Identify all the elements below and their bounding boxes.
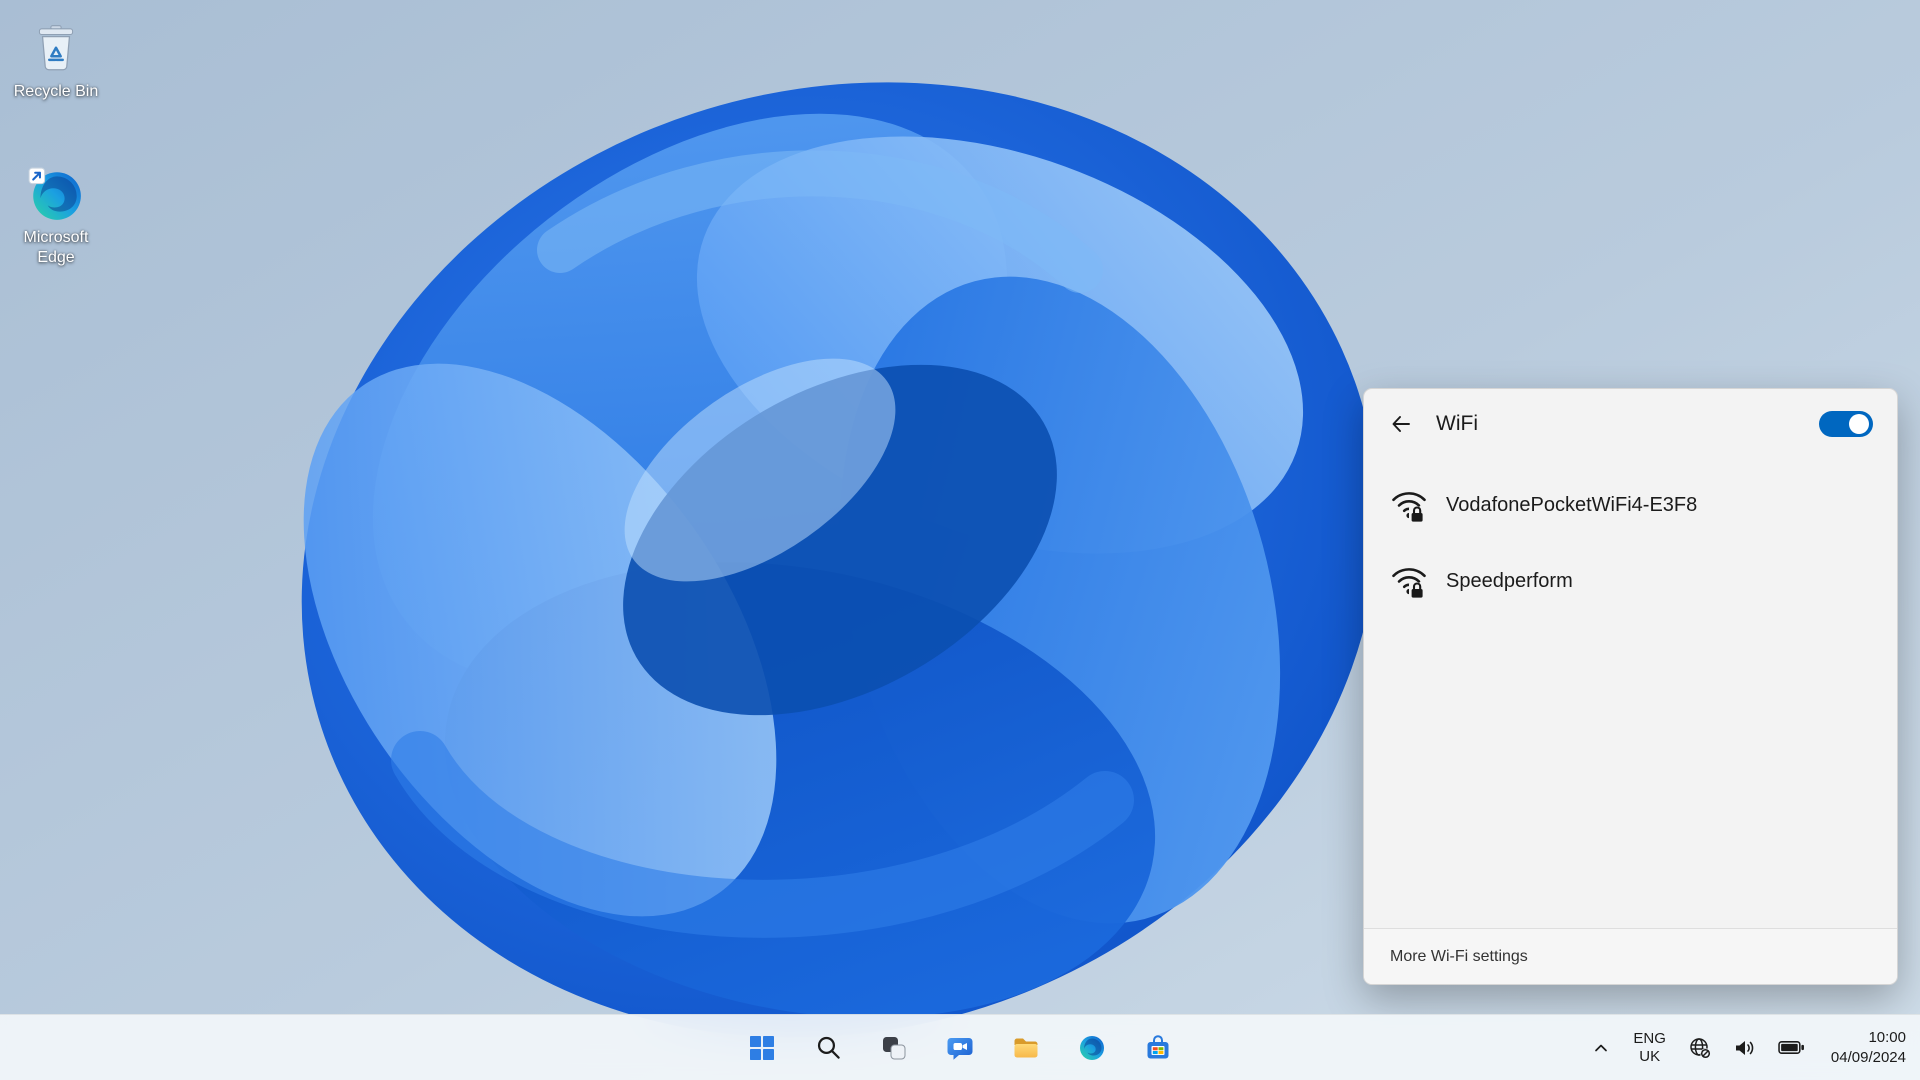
- system-tray-icons: [1684, 1032, 1809, 1064]
- wifi-flyout: WiFi VodafonePocketWiFi4-E3F8 Speedperfo…: [1363, 388, 1898, 985]
- chevron-up-icon: [1595, 1044, 1608, 1051]
- store-icon: [1147, 1034, 1169, 1058]
- battery-button[interactable]: [1774, 1036, 1809, 1059]
- wifi-network-row[interactable]: Speedperform: [1364, 543, 1897, 619]
- search-button[interactable]: [804, 1024, 852, 1072]
- battery-icon: [1778, 1041, 1804, 1054]
- wifi-title: WiFi: [1436, 412, 1478, 435]
- taskbar-tray: ENG UK 10:00 04/09/2024: [1587, 1015, 1906, 1080]
- desktop-icon-recycle-bin[interactable]: Recycle Bin: [8, 20, 104, 102]
- wifi-toggle-knob: [1849, 414, 1869, 434]
- globe-no-internet-icon: [1690, 1037, 1711, 1059]
- recycle-bin-icon: [38, 25, 74, 71]
- desktop-icon-label: Recycle Bin: [13, 83, 99, 100]
- chat-icon: [947, 1037, 973, 1060]
- file-explorer-button[interactable]: [1002, 1024, 1050, 1072]
- clock-date: 04/09/2024: [1830, 1048, 1906, 1066]
- edge-icon: [1080, 1035, 1104, 1060]
- edge-icon: [28, 167, 81, 220]
- chat-button[interactable]: [936, 1024, 984, 1072]
- wifi-network-name: Speedperform: [1446, 569, 1573, 592]
- wifi-flyout-header: WiFi: [1364, 389, 1897, 459]
- folder-icon: [1014, 1038, 1038, 1057]
- more-wifi-settings-link[interactable]: More Wi-Fi settings: [1390, 948, 1528, 966]
- back-arrow-icon: [1392, 416, 1410, 432]
- language-indicator[interactable]: ENG UK: [1633, 1030, 1666, 1065]
- wifi-network-list: VodafonePocketWiFi4-E3F8 Speedperform: [1364, 459, 1897, 928]
- start-button[interactable]: [738, 1024, 786, 1072]
- edge-button[interactable]: [1068, 1024, 1116, 1072]
- language-line1: ENG: [1633, 1030, 1666, 1048]
- speaker-icon: [1735, 1040, 1754, 1055]
- network-status-button[interactable]: [1684, 1032, 1716, 1064]
- windows-logo-icon: [750, 1035, 774, 1060]
- task-view-button[interactable]: [870, 1024, 918, 1072]
- search-icon: [817, 1036, 840, 1059]
- wifi-flyout-footer: More Wi-Fi settings: [1364, 928, 1897, 984]
- shortcut-arrow-badge: [28, 167, 46, 185]
- wifi-network-name: VodafonePocketWiFi4-E3F8: [1446, 493, 1698, 516]
- taskbar-center-icons: [738, 1015, 1182, 1080]
- volume-button[interactable]: [1729, 1032, 1761, 1064]
- wifi-secured-icon: [1392, 492, 1426, 523]
- back-button[interactable]: [1384, 407, 1418, 441]
- desktop-icon-microsoft-edge[interactable]: Microsoft Edge: [8, 166, 104, 268]
- desktop-icon-label: Microsoft Edge: [23, 229, 89, 266]
- wifi-toggle[interactable]: [1819, 411, 1873, 437]
- wifi-secured-icon: [1392, 568, 1426, 599]
- show-hidden-icons-button[interactable]: [1587, 1034, 1615, 1062]
- taskbar: ENG UK 10:00 04/09/2024: [0, 1014, 1920, 1080]
- wifi-network-row[interactable]: VodafonePocketWiFi4-E3F8: [1364, 467, 1897, 543]
- store-button[interactable]: [1134, 1024, 1182, 1072]
- task-view-icon: [883, 1036, 906, 1059]
- language-line2: UK: [1639, 1047, 1661, 1065]
- clock-time: 10:00: [1868, 1029, 1906, 1046]
- clock[interactable]: 10:00 04/09/2024: [1831, 1028, 1906, 1067]
